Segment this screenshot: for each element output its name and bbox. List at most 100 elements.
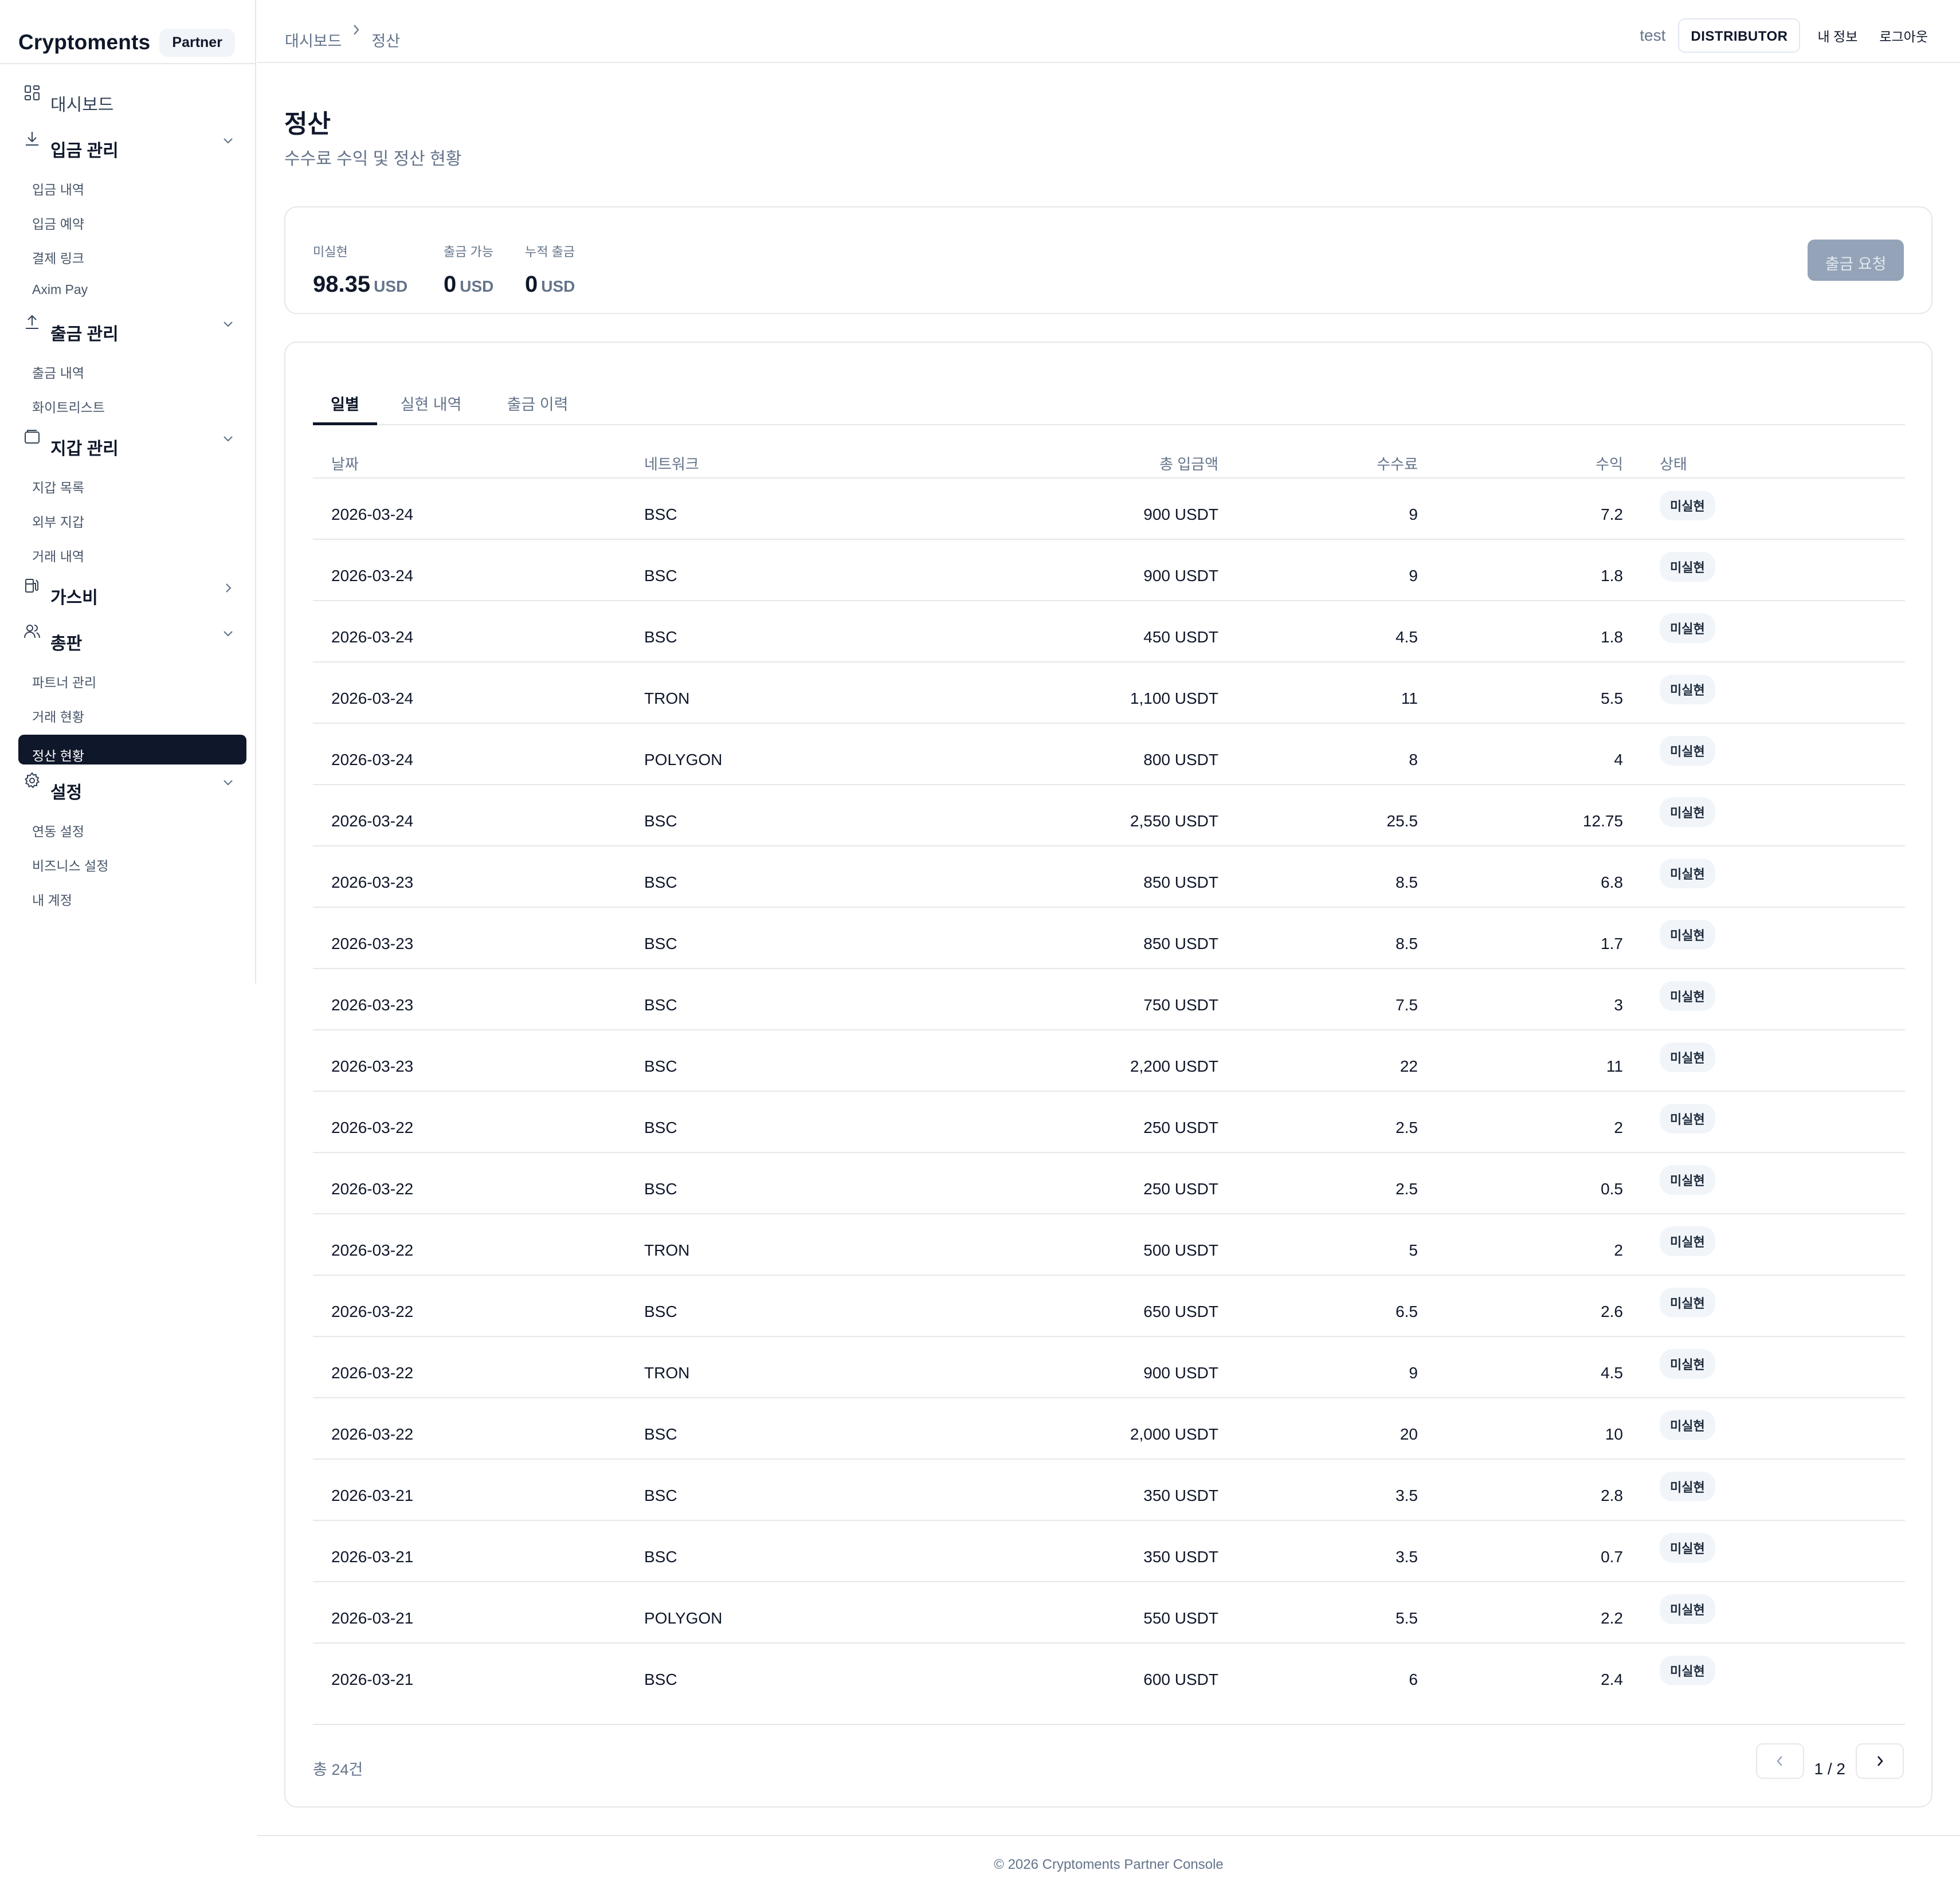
- sidebar-item[interactable]: 외부 지갑: [18, 503, 248, 538]
- chevron-down-icon[interactable]: [220, 775, 236, 791]
- col-status[interactable]: 상태: [1623, 449, 1905, 479]
- cell-network: BSC: [644, 601, 1017, 662]
- top-header: 대시보드 정산 test DISTRIBUTOR 내 정보 로그아웃: [257, 0, 1960, 63]
- sidebar-item[interactable]: 연동 설정: [18, 813, 248, 847]
- table-row: 2026-03-21 BSC 600 USDT 6 2.4 미실현: [313, 1643, 1905, 1704]
- sidebar-item[interactable]: 비즈니스 설정: [18, 847, 248, 881]
- sidebar-item[interactable]: 결제 링크: [18, 240, 248, 274]
- sidebar-group[interactable]: 대시보드: [18, 79, 248, 125]
- col-total-deposit[interactable]: 총 입금액: [1017, 449, 1218, 479]
- status-badge: 미실현: [1660, 1410, 1715, 1440]
- tab-withdrawal-history[interactable]: 출금 이력: [503, 389, 572, 425]
- chevron-down-icon[interactable]: [220, 133, 236, 149]
- table-body: 2026-03-24 BSC 900 USDT 9 7.2 미실현 2026-03-24 BS…: [313, 478, 1905, 1704]
- amount-value: 900: [1143, 1363, 1170, 1382]
- prev-page-button[interactable]: [1755, 1743, 1804, 1779]
- sidebar-item[interactable]: 거래 내역: [18, 538, 248, 572]
- status-badge: 미실현: [1660, 1471, 1715, 1501]
- tab-realized[interactable]: 실현 내역: [397, 389, 465, 425]
- sidebar-group[interactable]: 가스비: [18, 572, 248, 618]
- amount-unit: USDT: [1174, 1302, 1218, 1320]
- cell-date: 2026-03-22: [313, 1398, 644, 1460]
- partner-badge: Partner: [159, 28, 235, 57]
- col-revenue[interactable]: 수익: [1418, 449, 1623, 479]
- cell-fee: 9: [1218, 539, 1418, 601]
- sidebar-item[interactable]: 출금 내역: [18, 354, 248, 389]
- sidebar-group[interactable]: 입금 관리: [18, 125, 248, 171]
- footer: © 2026 Cryptoments Partner Console: [994, 1857, 1224, 1872]
- withdraw-request-button[interactable]: 출금 요청: [1808, 240, 1904, 281]
- cell-status: 미실현: [1623, 1214, 1905, 1276]
- chevron-right-icon: [352, 23, 361, 40]
- sidebar-divider: [0, 63, 256, 64]
- sidebar-item-label: 연동 설정: [32, 824, 85, 839]
- sidebar-item[interactable]: 지갑 목록: [18, 469, 248, 503]
- cell-fee: 8.5: [1218, 846, 1418, 908]
- cell-status: 미실현: [1623, 1582, 1905, 1644]
- status-badge: 미실현: [1660, 1348, 1715, 1379]
- col-fee[interactable]: 수수료: [1218, 449, 1418, 479]
- settlement-summary-card: 미실현 98.35 USD 출금 가능 0 USD 누적 출금 0 USD 출금 요청: [284, 206, 1932, 314]
- sidebar-item[interactable]: 내 계정: [18, 881, 248, 916]
- cell-date: 2026-03-21: [313, 1459, 644, 1521]
- sidebar-item[interactable]: Axim Pay: [18, 274, 248, 308]
- cell-total-deposit: 550 USDT: [1017, 1582, 1218, 1644]
- cell-fee: 9: [1218, 478, 1418, 540]
- col-date[interactable]: 날짜: [313, 449, 644, 479]
- amount-value: 900: [1143, 566, 1170, 585]
- grid-icon: [25, 85, 40, 100]
- fuel-icon: [25, 579, 38, 593]
- chevron-right-icon: [1877, 1756, 1883, 1766]
- total-count: 총 24건: [313, 1761, 363, 1778]
- chevron-right-icon[interactable]: [220, 580, 236, 596]
- brand[interactable]: Cryptoments Partner: [18, 18, 235, 66]
- sidebar-item-label: 화이트리스트: [32, 400, 105, 415]
- cell-total-deposit: 1,100 USDT: [1017, 662, 1218, 724]
- amount-value: 450: [1143, 628, 1170, 646]
- stat-label: 미실현: [313, 245, 348, 259]
- tab-daily[interactable]: 일별: [313, 389, 377, 425]
- cell-fee: 11: [1218, 662, 1418, 724]
- amount-value: 800: [1143, 750, 1170, 769]
- sidebar-group-label: 대시보드: [50, 96, 114, 115]
- sidebar-item[interactable]: 입금 내역: [18, 171, 248, 205]
- amount-unit: USDT: [1174, 1118, 1218, 1136]
- cell-total-deposit: 900 USDT: [1017, 478, 1218, 540]
- logout-link[interactable]: 로그아웃: [1875, 26, 1932, 45]
- sidebar-group[interactable]: 지갑 관리: [18, 423, 248, 469]
- sidebar-item[interactable]: 파트너 관리: [18, 664, 248, 698]
- cell-fee: 9: [1218, 1336, 1418, 1398]
- cell-network: BSC: [644, 785, 1017, 846]
- breadcrumb: 대시보드 정산: [285, 25, 400, 51]
- breadcrumb-dashboard[interactable]: 대시보드: [285, 29, 342, 51]
- amount-value: 850: [1143, 934, 1170, 952]
- stat-unit: USD: [541, 277, 575, 295]
- sidebar-item[interactable]: 거래 현황: [18, 698, 248, 732]
- cell-status: 미실현: [1623, 601, 1905, 662]
- cell-date: 2026-03-23: [313, 969, 644, 1030]
- amount-value: 350: [1143, 1486, 1170, 1504]
- cell-revenue: 3: [1418, 969, 1623, 1030]
- amount-value: 550: [1143, 1609, 1170, 1627]
- sidebar-item[interactable]: 입금 예약: [18, 205, 248, 240]
- sidebar-item[interactable]: 정산 현황: [18, 735, 246, 764]
- upload-icon: [26, 315, 38, 329]
- my-info-link[interactable]: 내 정보: [1813, 26, 1862, 45]
- cell-network: BSC: [644, 1030, 1017, 1092]
- cell-status: 미실현: [1623, 1152, 1905, 1214]
- cell-network: BSC: [644, 1275, 1017, 1337]
- sidebar-item[interactable]: 화이트리스트: [18, 389, 248, 423]
- sidebar-group[interactable]: 총판: [18, 618, 248, 664]
- cell-network: BSC: [644, 1520, 1017, 1582]
- cell-revenue: 1.8: [1418, 539, 1623, 601]
- sidebar-group[interactable]: 설정: [18, 767, 248, 813]
- sidebar-item-label: 입금 예약: [32, 217, 85, 232]
- amount-unit: USDT: [1174, 1486, 1218, 1504]
- cell-date: 2026-03-22: [313, 1275, 644, 1337]
- next-page-button[interactable]: [1856, 1743, 1904, 1779]
- sidebar-group[interactable]: 출금 관리: [18, 308, 248, 354]
- chevron-down-icon[interactable]: [220, 626, 236, 642]
- col-network[interactable]: 네트워크: [644, 449, 1017, 479]
- chevron-down-icon[interactable]: [220, 431, 236, 447]
- chevron-down-icon[interactable]: [220, 316, 236, 332]
